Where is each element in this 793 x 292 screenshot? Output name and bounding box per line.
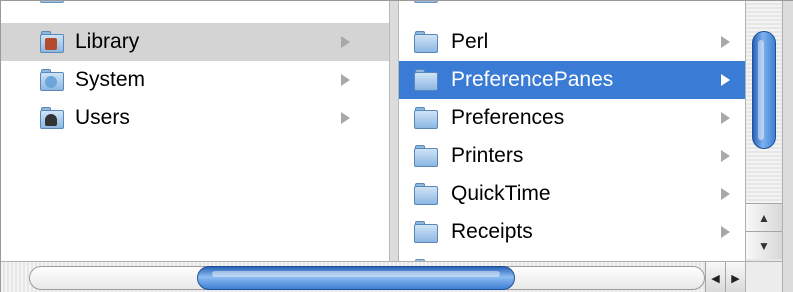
list-item-label: Preferences [451,106,565,129]
disclosure-arrow-icon [341,74,350,86]
list-item-preferencepanes[interactable]: PreferencePanes [399,61,745,99]
list-item-label: System [75,68,146,91]
disclosure-arrow-icon [721,74,730,86]
folder-icon [413,144,439,168]
scroll-left-button[interactable]: ◀ [705,262,725,292]
list-item-library[interactable]: Library [1,23,389,61]
list-item-label: Perl [451,30,489,53]
scroll-down-button[interactable]: ▼ [746,231,782,259]
browser-column-2[interactable]: Perl PreferencePanes Preferences Printer… [399,1,745,261]
list-item-label: Users [75,106,130,129]
scroll-up-button[interactable]: ▲ [746,203,782,231]
column-resize-handle[interactable] [389,1,399,261]
disclosure-arrow-icon [721,36,730,48]
disclosure-arrow-icon [721,150,730,162]
library-folder-icon [39,30,65,54]
list-item-partial[interactable] [399,251,745,261]
browser-column-1[interactable]: Library System Users [1,1,389,261]
list-item-system[interactable]: System [1,61,389,99]
list-item-label: PreferencePanes [451,68,614,91]
list-item-perl[interactable]: Perl [399,23,745,61]
arrow-right-icon: ▶ [731,272,740,285]
list-item-preferences[interactable]: Preferences [399,99,745,137]
folder-icon [413,30,439,54]
horizontal-scroll-thumb[interactable] [197,266,515,290]
disclosure-arrow-icon [721,226,730,238]
list-item-printers[interactable]: Printers [399,137,745,175]
folder-icon [413,1,439,4]
list-item-partial[interactable] [1,1,389,11]
list-item-users[interactable]: Users [1,99,389,137]
list-item-label: Receipts [451,220,533,243]
arrow-up-icon: ▲ [758,210,770,225]
list-item-quicktime[interactable]: QuickTime [399,175,745,213]
users-folder-icon [39,106,65,130]
folder-icon [413,68,439,92]
disclosure-arrow-icon [721,112,730,124]
list-item-partial[interactable] [399,1,745,11]
disclosure-arrow-icon [341,36,350,48]
disclosure-arrow-icon [341,112,350,124]
column-browser: Library System Users Perl PreferencePane… [0,0,793,292]
horizontal-scrollbar[interactable]: ◀ ▶ [1,261,745,292]
arrow-down-icon: ▼ [758,238,770,253]
arrow-left-icon: ◀ [711,272,720,285]
scrollbar-corner [745,261,782,292]
scroll-right-button[interactable]: ▶ [725,262,745,292]
list-item-label: Library [75,30,140,53]
vertical-scroll-thumb[interactable] [752,31,776,149]
disclosure-arrow-icon [721,188,730,200]
list-item-label: Printers [451,144,524,167]
system-folder-icon [39,68,65,92]
list-item-label: QuickTime [451,182,551,205]
folder-icon [413,220,439,244]
vertical-scrollbar[interactable]: ▲ ▼ [745,1,782,261]
folder-icon [413,106,439,130]
folder-icon [413,182,439,206]
list-item-receipts[interactable]: Receipts [399,213,745,251]
folder-icon [39,1,65,4]
window-edge [782,1,793,292]
